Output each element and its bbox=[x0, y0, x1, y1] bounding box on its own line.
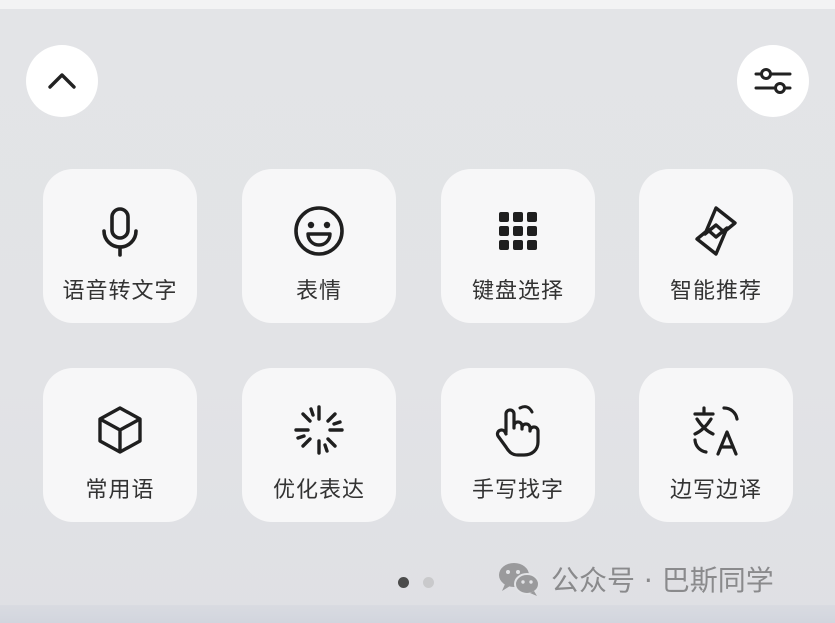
tile-write-translate[interactable]: 边写边译 bbox=[639, 368, 793, 522]
keypad-grid-icon bbox=[490, 203, 546, 259]
tile-smart-recommend[interactable]: 智能推荐 bbox=[639, 169, 793, 323]
tile-optimize-expression[interactable]: 优化表达 bbox=[242, 368, 396, 522]
tile-common-phrases[interactable]: 常用语 bbox=[43, 368, 197, 522]
tile-label: 键盘选择 bbox=[471, 279, 564, 304]
tile-label: 语音转文字 bbox=[62, 279, 178, 304]
tile-voice-to-text[interactable]: 语音转文字 bbox=[43, 169, 197, 323]
bottom-bar bbox=[0, 605, 835, 623]
cube-icon bbox=[92, 402, 148, 458]
watermark: 公众号 · 巴斯同学 bbox=[497, 559, 774, 599]
smart-recommend-icon bbox=[688, 203, 744, 259]
sliders-icon bbox=[754, 68, 792, 94]
wechat-logo-icon bbox=[499, 563, 540, 596]
translate-icon bbox=[688, 402, 744, 458]
microphone-icon bbox=[92, 203, 148, 259]
tile-handwriting-search[interactable]: 手写找字 bbox=[441, 368, 595, 522]
tile-label: 边写边译 bbox=[669, 478, 762, 503]
chevron-up-icon bbox=[48, 73, 76, 89]
tile-label: 手写找字 bbox=[471, 478, 564, 503]
page-dot-active[interactable] bbox=[398, 577, 409, 588]
tile-label: 常用语 bbox=[85, 478, 155, 503]
smiley-face-icon bbox=[291, 203, 347, 259]
tile-keyboard-select[interactable]: 键盘选择 bbox=[441, 169, 595, 323]
collapse-button[interactable] bbox=[26, 45, 98, 117]
page-indicator bbox=[398, 577, 434, 588]
page-dot-inactive[interactable] bbox=[423, 577, 434, 588]
sparkle-burst-icon bbox=[291, 402, 347, 458]
watermark-text: 公众号 · 巴斯同学 bbox=[551, 564, 774, 597]
settings-button[interactable] bbox=[737, 45, 809, 117]
tile-emoji[interactable]: 表情 bbox=[242, 169, 396, 323]
tile-label: 表情 bbox=[295, 279, 342, 304]
top-divider bbox=[0, 0, 835, 9]
tile-label: 优化表达 bbox=[272, 478, 365, 503]
hand-writing-icon bbox=[490, 402, 546, 458]
tile-label: 智能推荐 bbox=[669, 279, 762, 304]
